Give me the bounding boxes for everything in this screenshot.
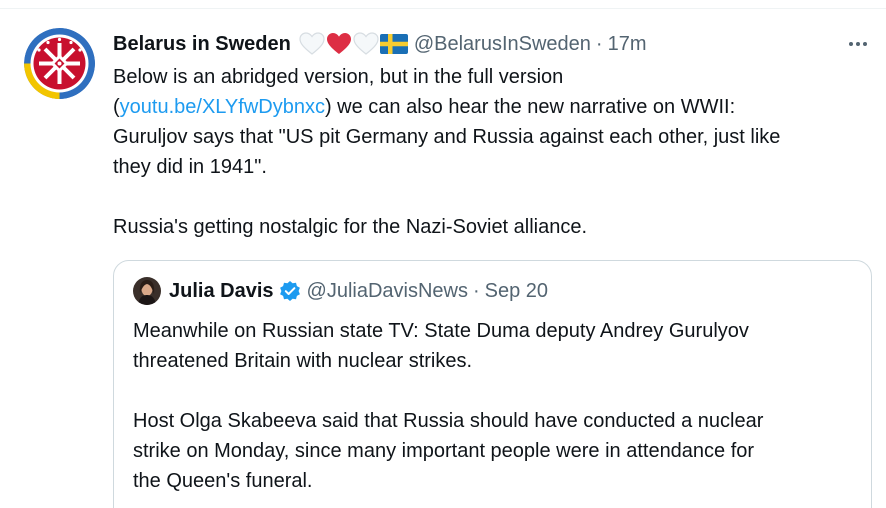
separator-dot: · bbox=[472, 279, 480, 302]
quoted-handle: @JuliaDavisNews bbox=[306, 279, 468, 302]
tweet-text-fragment: ) we can also hear the new narrative on … bbox=[324, 96, 736, 118]
paren-open: ( bbox=[113, 96, 120, 118]
quoted-text-line: threatened Britain with nuclear strikes. bbox=[133, 350, 473, 372]
more-dots-icon[interactable] bbox=[838, 31, 878, 57]
quoted-display-name: Julia Davis bbox=[169, 279, 274, 302]
name-emojis bbox=[299, 32, 408, 56]
sweden-flag-icon bbox=[379, 34, 408, 54]
quoted-text-line: the Queen's funeral. bbox=[133, 470, 313, 492]
quoted-text-line: strike on Monday, since many important p… bbox=[133, 440, 755, 462]
timestamp[interactable]: 17m bbox=[608, 33, 647, 56]
tweet-header: Belarus in Sweden @BelarusInSweden · 17m bbox=[113, 31, 647, 57]
tweet-text-line: they did in 1941". bbox=[113, 156, 267, 178]
tweet-text-line: Below is an abridged version, but in the… bbox=[113, 66, 564, 88]
red-heart-icon bbox=[326, 33, 351, 54]
quoted-text-line: Host Olga Skabeeva said that Russia shou… bbox=[133, 410, 764, 432]
youtube-link[interactable]: youtu.be/XLYfwDybnxc bbox=[120, 96, 325, 118]
white-heart-icon bbox=[353, 32, 379, 55]
quoted-tweet-text: Meanwhile on Russian state TV: State Dum… bbox=[133, 316, 853, 496]
avatar[interactable] bbox=[24, 28, 95, 99]
white-heart-icon bbox=[299, 32, 325, 55]
separator-dot: · bbox=[595, 32, 603, 55]
quoted-text-line: Meanwhile on Russian state TV: State Dum… bbox=[133, 320, 749, 342]
tweet-text: Below is an abridged version, but in the… bbox=[113, 62, 873, 242]
quoted-timestamp: Sep 20 bbox=[484, 279, 549, 302]
tweet-text-line: Russia's getting nostalgic for the Nazi-… bbox=[113, 216, 588, 238]
display-name[interactable]: Belarus in Sweden bbox=[113, 33, 291, 56]
tweet[interactable]: Belarus in Sweden @BelarusInSweden · 17m… bbox=[0, 9, 886, 508]
verified-badge-icon bbox=[279, 280, 301, 302]
tweet-text-line: (youtu.be/XLYfwDybnxc) we can also hear … bbox=[113, 92, 873, 122]
quoted-avatar bbox=[133, 277, 161, 305]
quoted-tweet[interactable]: Julia Davis @JuliaDavisNews · Sep 20 Mea… bbox=[113, 260, 872, 508]
tweet-text-line: Guruljov says that "US pit Germany and R… bbox=[113, 126, 781, 148]
author-handle[interactable]: @BelarusInSweden bbox=[414, 33, 591, 56]
quoted-tweet-header: Julia Davis @JuliaDavisNews · Sep 20 bbox=[133, 277, 548, 305]
